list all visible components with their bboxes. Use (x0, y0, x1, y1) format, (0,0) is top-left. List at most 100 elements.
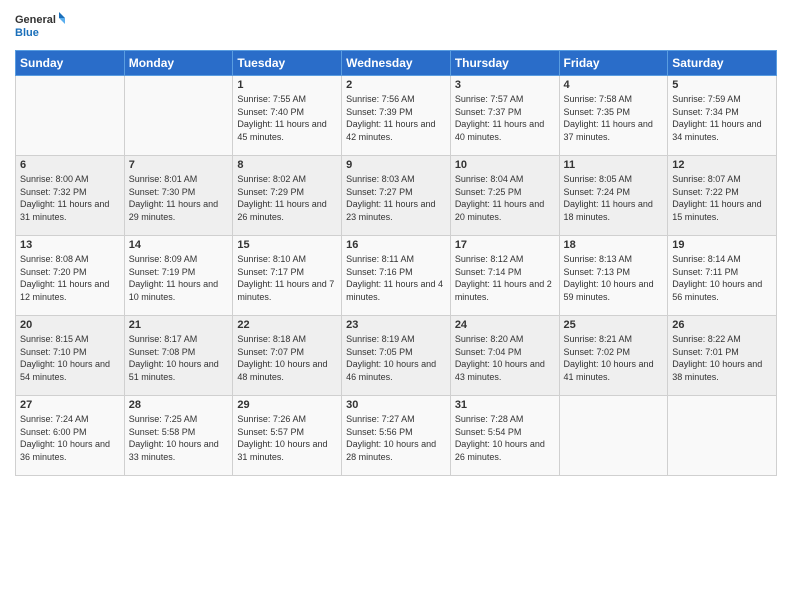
calendar-cell: 17 Sunrise: 8:12 AM Sunset: 7:14 PM Dayl… (450, 236, 559, 316)
day-number: 6 (20, 159, 120, 171)
day-info: Sunrise: 8:08 AM Sunset: 7:20 PM Dayligh… (20, 253, 120, 303)
day-info: Sunrise: 8:15 AM Sunset: 7:10 PM Dayligh… (20, 333, 120, 383)
day-info: Sunrise: 8:11 AM Sunset: 7:16 PM Dayligh… (346, 253, 446, 303)
day-info: Sunrise: 8:20 AM Sunset: 7:04 PM Dayligh… (455, 333, 555, 383)
calendar-cell: 15 Sunrise: 8:10 AM Sunset: 7:17 PM Dayl… (233, 236, 342, 316)
calendar-cell: 12 Sunrise: 8:07 AM Sunset: 7:22 PM Dayl… (668, 156, 777, 236)
weekday-header-wednesday: Wednesday (342, 51, 451, 76)
day-number: 25 (564, 319, 664, 331)
day-number: 3 (455, 79, 555, 91)
day-number: 19 (672, 239, 772, 251)
day-number: 20 (20, 319, 120, 331)
day-info: Sunrise: 8:13 AM Sunset: 7:13 PM Dayligh… (564, 253, 664, 303)
day-number: 7 (129, 159, 229, 171)
day-number: 13 (20, 239, 120, 251)
weekday-header-row: SundayMondayTuesdayWednesdayThursdayFrid… (16, 51, 777, 76)
calendar-cell (668, 396, 777, 476)
logo: General Blue (15, 10, 65, 42)
page: General Blue SundayMondayTuesdayWednesda… (0, 0, 792, 612)
calendar-cell: 8 Sunrise: 8:02 AM Sunset: 7:29 PM Dayli… (233, 156, 342, 236)
calendar-cell: 20 Sunrise: 8:15 AM Sunset: 7:10 PM Dayl… (16, 316, 125, 396)
weekday-header-monday: Monday (124, 51, 233, 76)
calendar-week-row: 27 Sunrise: 7:24 AM Sunset: 6:00 PM Dayl… (16, 396, 777, 476)
weekday-header-thursday: Thursday (450, 51, 559, 76)
calendar-cell: 5 Sunrise: 7:59 AM Sunset: 7:34 PM Dayli… (668, 76, 777, 156)
calendar-cell: 24 Sunrise: 8:20 AM Sunset: 7:04 PM Dayl… (450, 316, 559, 396)
calendar-cell: 27 Sunrise: 7:24 AM Sunset: 6:00 PM Dayl… (16, 396, 125, 476)
day-number: 21 (129, 319, 229, 331)
day-info: Sunrise: 8:07 AM Sunset: 7:22 PM Dayligh… (672, 173, 772, 223)
day-number: 15 (237, 239, 337, 251)
calendar-cell: 31 Sunrise: 7:28 AM Sunset: 5:54 PM Dayl… (450, 396, 559, 476)
calendar-cell: 16 Sunrise: 8:11 AM Sunset: 7:16 PM Dayl… (342, 236, 451, 316)
calendar-cell (124, 76, 233, 156)
day-info: Sunrise: 7:55 AM Sunset: 7:40 PM Dayligh… (237, 93, 337, 143)
day-number: 22 (237, 319, 337, 331)
day-info: Sunrise: 7:57 AM Sunset: 7:37 PM Dayligh… (455, 93, 555, 143)
calendar-cell (559, 396, 668, 476)
day-number: 23 (346, 319, 446, 331)
day-info: Sunrise: 7:59 AM Sunset: 7:34 PM Dayligh… (672, 93, 772, 143)
svg-text:Blue: Blue (15, 27, 39, 39)
calendar-week-row: 1 Sunrise: 7:55 AM Sunset: 7:40 PM Dayli… (16, 76, 777, 156)
day-number: 14 (129, 239, 229, 251)
day-info: Sunrise: 7:56 AM Sunset: 7:39 PM Dayligh… (346, 93, 446, 143)
weekday-header-tuesday: Tuesday (233, 51, 342, 76)
calendar-cell: 29 Sunrise: 7:26 AM Sunset: 5:57 PM Dayl… (233, 396, 342, 476)
day-number: 9 (346, 159, 446, 171)
calendar-cell (16, 76, 125, 156)
logo-icon: General Blue (15, 10, 65, 42)
calendar-cell: 14 Sunrise: 8:09 AM Sunset: 7:19 PM Dayl… (124, 236, 233, 316)
day-number: 2 (346, 79, 446, 91)
day-number: 8 (237, 159, 337, 171)
day-info: Sunrise: 7:24 AM Sunset: 6:00 PM Dayligh… (20, 413, 120, 463)
calendar-cell: 3 Sunrise: 7:57 AM Sunset: 7:37 PM Dayli… (450, 76, 559, 156)
day-number: 17 (455, 239, 555, 251)
day-info: Sunrise: 7:27 AM Sunset: 5:56 PM Dayligh… (346, 413, 446, 463)
calendar-week-row: 13 Sunrise: 8:08 AM Sunset: 7:20 PM Dayl… (16, 236, 777, 316)
weekday-header-saturday: Saturday (668, 51, 777, 76)
day-number: 30 (346, 399, 446, 411)
day-info: Sunrise: 8:14 AM Sunset: 7:11 PM Dayligh… (672, 253, 772, 303)
calendar-cell: 10 Sunrise: 8:04 AM Sunset: 7:25 PM Dayl… (450, 156, 559, 236)
day-info: Sunrise: 8:09 AM Sunset: 7:19 PM Dayligh… (129, 253, 229, 303)
day-number: 26 (672, 319, 772, 331)
calendar-cell: 6 Sunrise: 8:00 AM Sunset: 7:32 PM Dayli… (16, 156, 125, 236)
day-info: Sunrise: 8:10 AM Sunset: 7:17 PM Dayligh… (237, 253, 337, 303)
calendar-cell: 7 Sunrise: 8:01 AM Sunset: 7:30 PM Dayli… (124, 156, 233, 236)
day-info: Sunrise: 8:17 AM Sunset: 7:08 PM Dayligh… (129, 333, 229, 383)
day-number: 24 (455, 319, 555, 331)
day-number: 31 (455, 399, 555, 411)
day-number: 11 (564, 159, 664, 171)
day-number: 29 (237, 399, 337, 411)
day-info: Sunrise: 8:21 AM Sunset: 7:02 PM Dayligh… (564, 333, 664, 383)
calendar-cell: 19 Sunrise: 8:14 AM Sunset: 7:11 PM Dayl… (668, 236, 777, 316)
weekday-header-friday: Friday (559, 51, 668, 76)
day-info: Sunrise: 8:22 AM Sunset: 7:01 PM Dayligh… (672, 333, 772, 383)
day-number: 16 (346, 239, 446, 251)
weekday-header-sunday: Sunday (16, 51, 125, 76)
calendar-week-row: 6 Sunrise: 8:00 AM Sunset: 7:32 PM Dayli… (16, 156, 777, 236)
day-info: Sunrise: 7:25 AM Sunset: 5:58 PM Dayligh… (129, 413, 229, 463)
day-info: Sunrise: 8:18 AM Sunset: 7:07 PM Dayligh… (237, 333, 337, 383)
calendar-cell: 9 Sunrise: 8:03 AM Sunset: 7:27 PM Dayli… (342, 156, 451, 236)
day-info: Sunrise: 8:12 AM Sunset: 7:14 PM Dayligh… (455, 253, 555, 303)
header: General Blue (15, 10, 777, 42)
calendar-cell: 30 Sunrise: 7:27 AM Sunset: 5:56 PM Dayl… (342, 396, 451, 476)
day-info: Sunrise: 7:26 AM Sunset: 5:57 PM Dayligh… (237, 413, 337, 463)
day-info: Sunrise: 8:02 AM Sunset: 7:29 PM Dayligh… (237, 173, 337, 223)
day-number: 27 (20, 399, 120, 411)
day-number: 10 (455, 159, 555, 171)
svg-text:General: General (15, 14, 56, 26)
day-info: Sunrise: 8:19 AM Sunset: 7:05 PM Dayligh… (346, 333, 446, 383)
day-number: 1 (237, 79, 337, 91)
day-number: 4 (564, 79, 664, 91)
day-info: Sunrise: 8:04 AM Sunset: 7:25 PM Dayligh… (455, 173, 555, 223)
day-number: 18 (564, 239, 664, 251)
calendar-cell: 28 Sunrise: 7:25 AM Sunset: 5:58 PM Dayl… (124, 396, 233, 476)
calendar-cell: 11 Sunrise: 8:05 AM Sunset: 7:24 PM Dayl… (559, 156, 668, 236)
day-info: Sunrise: 8:05 AM Sunset: 7:24 PM Dayligh… (564, 173, 664, 223)
calendar-cell: 1 Sunrise: 7:55 AM Sunset: 7:40 PM Dayli… (233, 76, 342, 156)
day-number: 5 (672, 79, 772, 91)
calendar-cell: 4 Sunrise: 7:58 AM Sunset: 7:35 PM Dayli… (559, 76, 668, 156)
